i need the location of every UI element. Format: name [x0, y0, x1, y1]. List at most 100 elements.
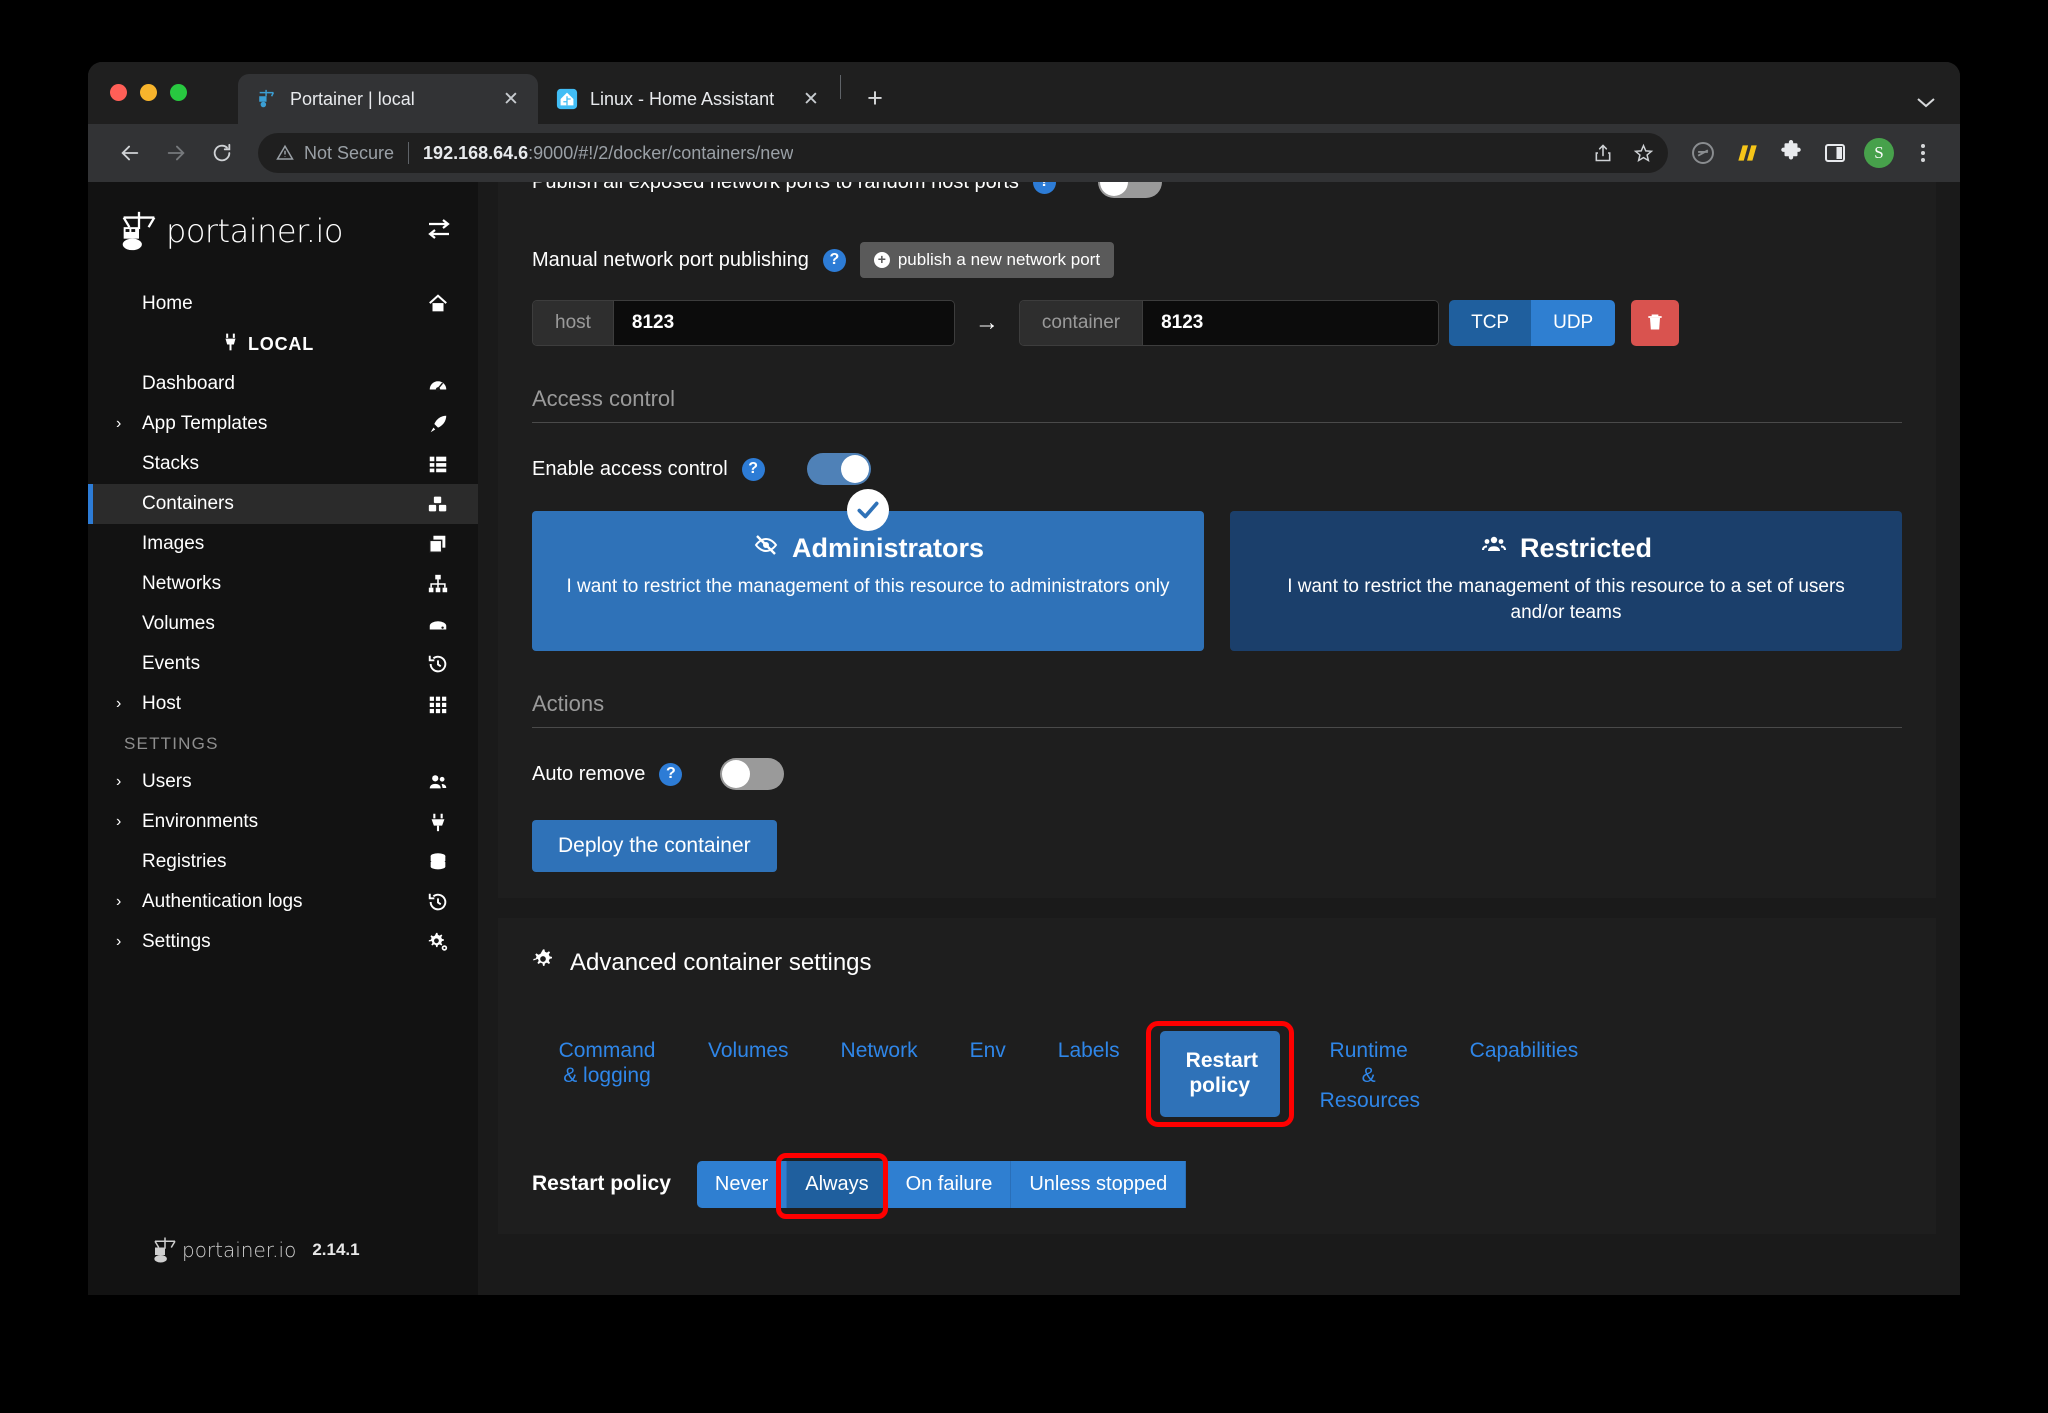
sidebar-item-volumes[interactable]: Volumes	[88, 604, 478, 644]
kebab-menu-icon[interactable]	[1904, 134, 1942, 172]
sidebar-item-label: Images	[142, 533, 205, 554]
sidebar: portainer.io Home LOCAL Dashboard › App …	[88, 182, 478, 1295]
close-tab-button[interactable]: ✕	[498, 86, 524, 112]
yellow-bars-icon[interactable]	[1728, 134, 1766, 172]
sidebar-item-label: Networks	[142, 573, 222, 594]
star-icon[interactable]	[1624, 134, 1662, 172]
publish-new-port-button[interactable]: + publish a new network port	[859, 242, 1115, 278]
sidebar-item-dashboard[interactable]: Dashboard	[88, 364, 478, 404]
sidebar-item-label: Registries	[142, 851, 227, 872]
access-card-restricted[interactable]: Restricted I want to restrict the manage…	[1230, 511, 1902, 652]
reload-button[interactable]	[202, 133, 242, 173]
container-port-input[interactable]	[1143, 301, 1439, 345]
chevron-right-icon[interactable]: ›	[116, 893, 142, 911]
access-card-description: I want to restrict the management of thi…	[566, 576, 1170, 597]
sidebar-brand-text: portainer.io	[166, 212, 343, 250]
extension-circle-icon[interactable]	[1684, 134, 1722, 172]
protocol-udp-button[interactable]: UDP	[1531, 300, 1616, 346]
tab-labels[interactable]: Labels	[1032, 1021, 1146, 1064]
sidebar-item-images[interactable]: Images	[88, 524, 478, 564]
restart-policy-on-failure[interactable]: On failure	[887, 1160, 1012, 1208]
toggle-sidebar-icon[interactable]	[424, 216, 454, 247]
manual-port-publishing-label: Manual network port publishing	[532, 248, 809, 271]
tab-title: Linux - Home Assistant	[590, 88, 775, 109]
restart-policy-options: Never Always On failure Unless stopped	[696, 1152, 1187, 1219]
share-icon[interactable]	[1584, 134, 1622, 172]
sidebar-item-containers[interactable]: Containers	[88, 484, 478, 524]
minimize-window-button[interactable]	[140, 84, 157, 101]
environment-name: LOCAL	[248, 333, 314, 354]
chevron-right-icon[interactable]: ›	[116, 415, 142, 433]
sidebar-brand[interactable]: portainer.io	[88, 182, 478, 284]
close-window-button[interactable]	[110, 84, 127, 101]
maximize-window-button[interactable]	[170, 84, 187, 101]
sidebar-item-label: Host	[142, 693, 182, 714]
chevron-right-icon[interactable]: ›	[116, 773, 142, 791]
sidebar-footer: portainer.io 2.14.1	[88, 1235, 478, 1295]
browser-tab-portainer[interactable]: Portainer | local ✕	[238, 74, 538, 124]
host-port-input[interactable]	[613, 301, 954, 345]
enable-access-control-toggle[interactable]	[806, 453, 871, 485]
tab-restart-policy-label: Restart policy	[1185, 1049, 1259, 1098]
omnibox-divider	[408, 142, 410, 164]
sidebar-item-settings[interactable]: › Settings	[88, 922, 478, 962]
delete-port-button[interactable]	[1631, 300, 1680, 346]
plug-icon	[420, 811, 450, 833]
sidebar-item-host[interactable]: › Host	[88, 684, 478, 724]
access-card-title: Restricted	[1258, 533, 1874, 564]
networks-icon	[420, 573, 450, 595]
tab-env[interactable]: Env	[944, 1021, 1032, 1064]
tab-runtime-and-resources[interactable]: Runtime & Resources	[1294, 1021, 1444, 1113]
restart-policy-label: Restart policy	[532, 1172, 671, 1196]
chevron-right-icon[interactable]: ›	[116, 813, 142, 831]
publish-all-row: Publish all exposed network ports to ran…	[532, 182, 1902, 206]
side-panel-icon[interactable]	[1816, 134, 1854, 172]
enable-access-control-row: Enable access control ?	[532, 453, 1902, 485]
chevron-down-icon[interactable]	[1916, 94, 1936, 114]
browser-tab-home-assistant[interactable]: Linux - Home Assistant ✕	[538, 74, 838, 124]
sidebar-item-label: App Templates	[142, 413, 268, 434]
tab-capabilities[interactable]: Capabilities	[1444, 1021, 1605, 1064]
help-icon[interactable]: ?	[822, 248, 846, 272]
sidebar-item-events[interactable]: Events	[88, 644, 478, 684]
protocol-tcp-button[interactable]: TCP	[1449, 300, 1532, 346]
back-button[interactable]	[110, 133, 150, 173]
puzzle-extension-icon[interactable]	[1772, 134, 1810, 172]
address-bar[interactable]: Not Secure 192.168.64.6:9000/#!/2/docker…	[258, 133, 1668, 173]
omnibox-actions	[1584, 134, 1662, 172]
help-icon[interactable]: ?	[659, 762, 683, 786]
deploy-container-button[interactable]: Deploy the container	[532, 820, 777, 873]
sidebar-item-registries[interactable]: Registries	[88, 842, 478, 882]
eye-slash-icon	[752, 533, 780, 564]
help-icon[interactable]: ?	[741, 457, 765, 481]
sidebar-item-networks[interactable]: Networks	[88, 564, 478, 604]
help-icon[interactable]: ?	[1032, 182, 1056, 194]
tab-volumes[interactable]: Volumes	[682, 1021, 815, 1064]
sidebar-item-home[interactable]: Home	[88, 284, 478, 324]
chevron-right-icon[interactable]: ›	[116, 933, 142, 951]
auto-remove-toggle[interactable]	[720, 758, 785, 791]
sidebar-item-app-templates[interactable]: › App Templates	[88, 404, 478, 444]
manual-port-publishing-row: Manual network port publishing ? + publi…	[532, 242, 1902, 278]
restart-policy-unless-stopped[interactable]: Unless stopped	[1011, 1160, 1187, 1208]
chevron-right-icon[interactable]: ›	[116, 695, 142, 713]
publish-all-toggle[interactable]	[1097, 182, 1162, 198]
forward-button[interactable]	[156, 133, 196, 173]
tab-network[interactable]: Network	[815, 1021, 944, 1064]
tab-command-and-logging[interactable]: Command & logging	[532, 1021, 682, 1089]
avatar[interactable]: S	[1860, 134, 1898, 172]
access-control-heading: Access control	[532, 386, 1902, 423]
portainer-logo-icon	[116, 208, 162, 254]
sidebar-item-authentication-logs[interactable]: › Authentication logs	[88, 882, 478, 922]
restart-policy-never[interactable]: Never	[696, 1160, 788, 1208]
host-port-addon: host	[533, 301, 614, 345]
sidebar-item-environments[interactable]: › Environments	[88, 802, 478, 842]
access-card-administrators[interactable]: Administrators I want to restrict the ma…	[532, 489, 1204, 652]
sidebar-item-users[interactable]: › Users	[88, 762, 478, 802]
sidebar-item-stacks[interactable]: Stacks	[88, 444, 478, 484]
restart-policy-always[interactable]: Always	[787, 1160, 888, 1208]
close-tab-button[interactable]: ✕	[798, 86, 824, 112]
check-icon	[847, 489, 889, 531]
tab-restart-policy[interactable]: Restart policy	[1159, 1031, 1280, 1117]
new-tab-button[interactable]: +	[855, 78, 895, 118]
